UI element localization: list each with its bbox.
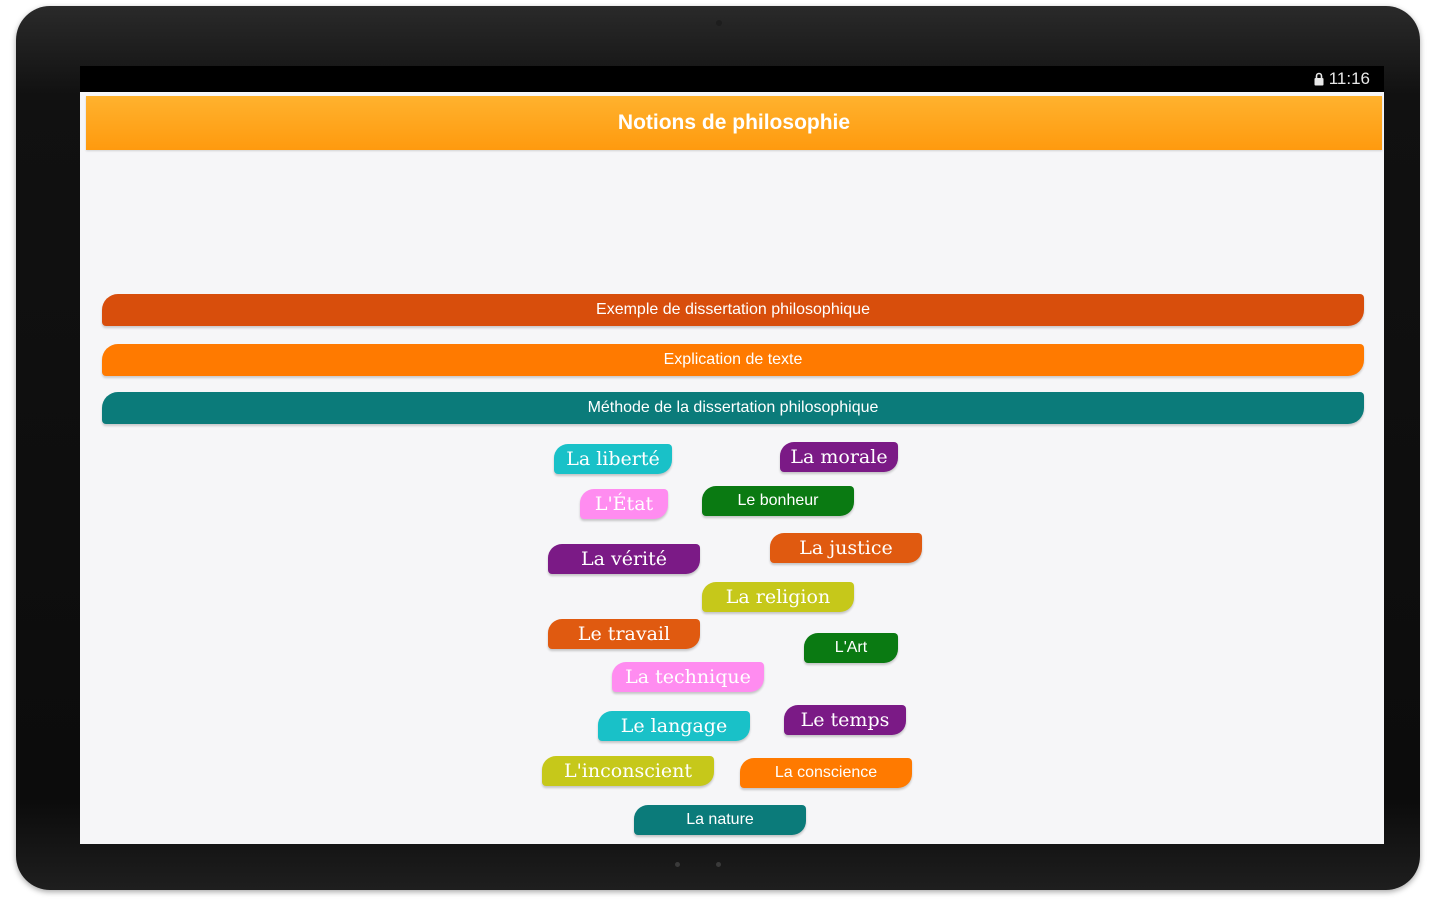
notion-label: Le travail [577, 623, 671, 645]
dissertation-example-button[interactable]: Exemple de dissertation philosophique [102, 294, 1364, 326]
notion-label: La nature [686, 811, 754, 828]
notion-label: La justice [799, 537, 893, 559]
status-indicators: 11:16 [1314, 69, 1370, 89]
notion-temps-button[interactable]: Le temps [784, 705, 906, 735]
navigation-bar [16, 862, 1420, 872]
dissertation-example-label: Exemple de dissertation philosophique [596, 301, 870, 318]
back-nav-icon[interactable] [675, 862, 680, 867]
notion-bonheur-button[interactable]: Le bonheur [702, 486, 854, 516]
notion-label: La liberté [566, 448, 660, 470]
dissertation-method-label: Méthode de la dissertation philosophique [587, 399, 879, 416]
notion-justice-button[interactable]: La justice [770, 533, 922, 563]
notion-religion-button[interactable]: La religion [702, 582, 854, 612]
device-screen: 11:16 Notions de philosophie Exemple de … [80, 66, 1384, 844]
notion-label: Le temps [800, 709, 890, 731]
camera-icon [716, 20, 722, 26]
notion-label: La conscience [774, 764, 878, 781]
notion-label: La morale [790, 446, 888, 468]
notion-verite-button[interactable]: La vérité [548, 544, 700, 574]
notion-label: La technique [625, 666, 751, 688]
notion-label: Le bonheur [737, 492, 819, 509]
status-time: 11:16 [1328, 69, 1370, 88]
notion-travail-button[interactable]: Le travail [548, 619, 700, 649]
notion-nature-button[interactable]: La nature [634, 805, 806, 835]
notion-morale-button[interactable]: La morale [780, 442, 898, 472]
app-bar: Notions de philosophie [86, 96, 1382, 150]
notion-liberte-button[interactable]: La liberté [554, 444, 672, 474]
status-bar: 11:16 [80, 66, 1384, 92]
text-explanation-label: Explication de texte [663, 351, 803, 368]
notion-label: L'État [594, 493, 654, 515]
dissertation-method-button[interactable]: Méthode de la dissertation philosophique [102, 392, 1364, 424]
notion-label: Le langage [620, 715, 728, 737]
notion-technique-button[interactable]: La technique [612, 662, 764, 692]
tablet-frame: 11:16 Notions de philosophie Exemple de … [16, 6, 1420, 890]
notion-art-button[interactable]: L'Art [804, 633, 898, 663]
notion-label: La religion [725, 586, 831, 608]
home-nav-icon[interactable] [716, 862, 721, 867]
notion-label: L'inconscient [563, 760, 693, 782]
text-explanation-button[interactable]: Explication de texte [102, 344, 1364, 376]
app-title: Notions de philosophie [617, 111, 851, 134]
notion-inconscient-button[interactable]: L'inconscient [542, 756, 714, 786]
notion-langage-button[interactable]: Le langage [598, 711, 750, 741]
notion-conscience-button[interactable]: La conscience [740, 758, 912, 788]
notion-label: La vérité [580, 548, 667, 570]
lock-icon [1314, 72, 1324, 86]
notion-label: L'Art [834, 639, 868, 656]
notion-etat-button[interactable]: L'État [580, 489, 668, 519]
